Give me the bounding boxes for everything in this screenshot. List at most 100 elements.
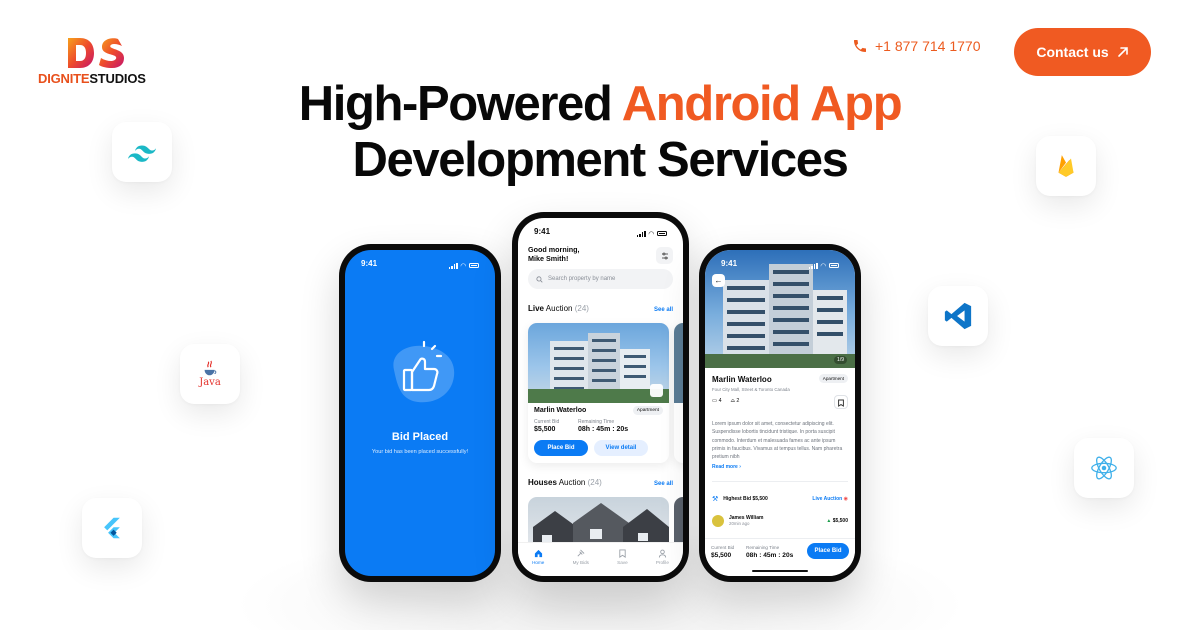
see-all-live-link[interactable]: See all bbox=[654, 307, 673, 313]
property-hero-photo: 9:41 ◠ ← 1/9 bbox=[705, 250, 855, 368]
signal-icon bbox=[808, 262, 818, 269]
phone-number-link[interactable]: +1 877 714 1770 bbox=[852, 38, 981, 54]
signal-icon bbox=[448, 262, 458, 269]
highest-bid-row: ⚒ Highest Bid $5,500 Live Auction ◉ bbox=[712, 495, 848, 503]
view-detail-button[interactable]: View detail bbox=[594, 440, 648, 456]
baths-count: 2 bbox=[736, 398, 740, 404]
footer-remaining-time-label: Remaining Time bbox=[746, 545, 780, 550]
wifi-icon: ◠ bbox=[820, 262, 826, 270]
react-chip bbox=[1074, 438, 1134, 498]
houses-auction-count: (24) bbox=[587, 478, 602, 487]
java-icon: Java bbox=[199, 360, 221, 388]
contact-us-button[interactable]: Contact us bbox=[1014, 28, 1151, 76]
hero-banner: DIGNITESTUDIOS +1 877 714 1770 Contact u… bbox=[0, 0, 1200, 630]
tailwind-icon bbox=[127, 145, 157, 162]
search-input[interactable]: Search property by name bbox=[528, 269, 673, 289]
sliders-icon bbox=[661, 252, 668, 259]
bookmark-icon bbox=[838, 399, 844, 407]
houses-auction-header: Houses Auction (24) See all bbox=[528, 478, 673, 487]
footer-remaining-time-value: 08h : 45m : 20s bbox=[746, 552, 794, 559]
see-all-houses-link[interactable]: See all bbox=[654, 481, 673, 487]
home-icon bbox=[534, 549, 542, 558]
contact-us-label: Contact us bbox=[1036, 44, 1109, 60]
divider bbox=[712, 481, 848, 482]
tab-profile-label: Profile bbox=[655, 560, 669, 565]
building-illustration bbox=[528, 333, 669, 403]
tab-save[interactable]: Save bbox=[617, 549, 628, 576]
wifi-icon: ◠ bbox=[648, 230, 654, 238]
tab-profile[interactable]: Profile bbox=[656, 549, 669, 576]
bath-icon: ⌓ bbox=[730, 398, 735, 404]
greeting-line-1: Good morning, bbox=[528, 245, 580, 254]
place-bid-button[interactable]: Place Bid bbox=[534, 440, 588, 456]
wifi-icon: ◠ bbox=[460, 262, 466, 270]
beds-feature: ▭ 4 bbox=[712, 398, 722, 405]
property-address: Four City Mall, Street & Toronto Canada bbox=[712, 387, 790, 392]
save-button[interactable] bbox=[834, 395, 848, 409]
tab-home[interactable]: Home bbox=[532, 549, 544, 576]
tab-save-label: Save bbox=[617, 560, 628, 565]
back-button[interactable]: ← bbox=[712, 274, 725, 287]
thumbs-up-illustration bbox=[382, 340, 460, 406]
headline-accent: Android App bbox=[621, 77, 903, 131]
flutter-chip bbox=[82, 498, 142, 558]
status-icons: ◠ bbox=[808, 259, 839, 272]
headline-part-1: High-Powered bbox=[298, 77, 622, 131]
vscode-chip bbox=[928, 286, 988, 346]
remaining-time-value: 08h : 45m : 20s bbox=[578, 426, 629, 433]
headline-line-2: Development Services bbox=[352, 133, 849, 187]
filter-button[interactable] bbox=[656, 247, 673, 264]
status-bar: 9:41 ◠ bbox=[705, 250, 855, 272]
phone-bid-placed: 9:41 ◠ Bid Placed Your bid has been plac… bbox=[339, 244, 501, 582]
avatar bbox=[712, 515, 724, 527]
tab-my-bids[interactable]: My Bids bbox=[573, 549, 589, 576]
arrow-left-icon: ← bbox=[714, 276, 723, 285]
firebase-chip bbox=[1036, 136, 1096, 196]
place-bid-button[interactable]: Place Bid bbox=[807, 543, 849, 559]
tab-home-label: Home bbox=[532, 560, 545, 565]
bidder-row: James William 20min ago ▲ $5,500 bbox=[712, 515, 848, 527]
phone-property-detail: 9:41 ◠ ← 1/9 Marlin Waterloo Apartment F… bbox=[699, 244, 861, 582]
search-placeholder: Search property by name bbox=[548, 276, 616, 282]
home-indicator bbox=[752, 569, 808, 572]
greeting-line-2: Mike Smith! bbox=[528, 254, 569, 263]
react-icon bbox=[1091, 456, 1117, 480]
next-card-peek[interactable] bbox=[674, 323, 683, 463]
gavel-icon: ⚒ bbox=[712, 496, 719, 503]
property-photo bbox=[528, 323, 669, 403]
search-icon bbox=[536, 275, 543, 283]
card-title: Marlin Waterloo bbox=[534, 407, 587, 414]
card-tag: Apartment bbox=[632, 406, 663, 415]
footer-current-bid-label: Current Bid bbox=[711, 545, 735, 550]
bidder-amount: $5,500 bbox=[832, 518, 848, 524]
phone-icon bbox=[854, 40, 866, 52]
page-headline: High-Powered Android App Development Ser… bbox=[0, 76, 1200, 188]
ds-logo-mark bbox=[68, 38, 124, 68]
auction-card[interactable]: Marlin Waterloo Apartment Current Bid $5… bbox=[528, 323, 669, 463]
status-time: 9:41 bbox=[361, 259, 378, 268]
bid-placed-title: Bid Placed bbox=[391, 431, 449, 443]
bid-placed-screen: 9:41 ◠ Bid Placed Your bid has been plac… bbox=[345, 250, 495, 576]
status-time: 9:41 bbox=[721, 259, 738, 268]
flutter-icon bbox=[104, 517, 120, 539]
user-icon bbox=[658, 549, 666, 558]
bookmark-button[interactable] bbox=[650, 384, 663, 397]
houses-auction-title-b: Auction bbox=[556, 478, 586, 487]
read-more-label: Read more bbox=[712, 464, 738, 470]
read-more-link[interactable]: Read more › bbox=[712, 464, 741, 470]
property-description: Lorem ipsum dolor sit amet, consectetur … bbox=[712, 421, 843, 461]
bidder-time: 20min ago bbox=[729, 521, 750, 526]
current-bid-label: Current Bid bbox=[534, 419, 560, 425]
tailwind-chip bbox=[112, 122, 172, 182]
status-bar: 9:41 ◠ bbox=[518, 218, 683, 240]
beds-count: 4 bbox=[718, 398, 722, 404]
battery-icon bbox=[829, 263, 839, 268]
coffee-cup-icon bbox=[204, 360, 217, 376]
chevron-right-icon: › bbox=[739, 464, 741, 470]
current-bid-value: $5,500 bbox=[534, 426, 556, 433]
baths-feature: ⌓ 2 bbox=[731, 398, 740, 405]
property-title: Marlin Waterloo bbox=[712, 375, 772, 384]
live-auction-badge: Live Auction ◉ bbox=[812, 496, 848, 502]
live-auction-header: Live Auction (24) See all bbox=[528, 304, 673, 313]
battery-icon bbox=[657, 231, 667, 236]
